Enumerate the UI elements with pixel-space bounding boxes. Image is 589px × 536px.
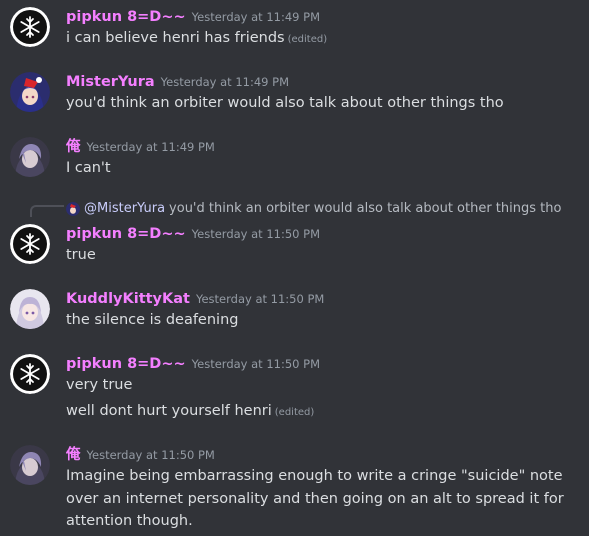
edited-label: (edited) [287, 34, 328, 45]
timestamp[interactable]: Yesterday at 11:50 PM [192, 227, 320, 241]
chat-log: pipkun 8=D~~ Yesterday at 11:49 PM i can … [0, 0, 589, 536]
username[interactable]: 俺 [66, 139, 81, 155]
message-body: very true [66, 377, 133, 393]
timestamp[interactable]: Yesterday at 11:50 PM [196, 292, 324, 306]
username[interactable]: KuddlyKittyKat [66, 291, 190, 307]
reply-preview[interactable]: @MisterYura you'd think an orbiter would … [66, 199, 561, 219]
message-body: Imagine being embarrassing enough to wri… [66, 468, 564, 529]
message-text: i can believe henri has friends (edited) [66, 27, 327, 52]
snowflake-avatar[interactable] [10, 354, 50, 394]
purple-hair-avatar[interactable] [10, 137, 50, 177]
message-text: well dont hurt yourself henri (edited) [66, 400, 314, 425]
edited-label: (edited) [274, 407, 315, 418]
snowflake-avatar[interactable] [10, 224, 50, 264]
message-body: I can't [66, 160, 111, 176]
timestamp[interactable]: Yesterday at 11:49 PM [87, 140, 215, 154]
username[interactable]: 俺 [66, 447, 81, 463]
message-body: true [66, 247, 96, 263]
timestamp[interactable]: Yesterday at 11:50 PM [87, 448, 215, 462]
purple-hair-avatar[interactable] [10, 445, 50, 485]
white-hair-anime-avatar[interactable] [10, 289, 50, 329]
username[interactable]: pipkun 8=D~~ [66, 356, 186, 372]
reply-avatar-icon [66, 201, 80, 216]
anime-girl-santa-hat-avatar[interactable] [10, 72, 50, 112]
reply-mention[interactable]: @MisterYura [84, 201, 165, 216]
username[interactable]: pipkun 8=D~~ [66, 9, 186, 25]
message-body: i can believe henri has friends [66, 30, 285, 46]
timestamp[interactable]: Yesterday at 11:49 PM [192, 10, 320, 24]
timestamp[interactable]: Yesterday at 11:49 PM [161, 75, 289, 89]
reply-text[interactable]: you'd think an orbiter would also talk a… [169, 201, 561, 216]
message-body: the silence is deafening [66, 312, 239, 328]
username[interactable]: MisterYura [66, 74, 155, 90]
username[interactable]: pipkun 8=D~~ [66, 226, 186, 242]
message-body: you'd think an orbiter would also talk a… [66, 95, 504, 111]
reply-connector [30, 205, 64, 217]
message-body: well dont hurt yourself henri [66, 403, 272, 419]
snowflake-avatar[interactable] [10, 7, 50, 47]
timestamp[interactable]: Yesterday at 11:50 PM [192, 357, 320, 371]
